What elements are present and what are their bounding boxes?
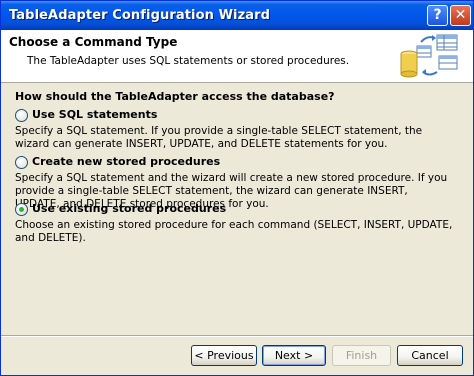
close-button[interactable]: ✕: [450, 5, 471, 26]
radio-use-existing-stored-procedures[interactable]: [15, 203, 28, 216]
title-bar[interactable]: TableAdapter Configuration Wizard ? ✕: [1, 1, 473, 30]
option-description: Choose an existing stored procedure for …: [15, 219, 453, 244]
help-button[interactable]: ?: [427, 5, 448, 26]
page-subtitle: The TableAdapter uses SQL statements or …: [27, 55, 350, 67]
previous-button[interactable]: < Previous: [191, 345, 257, 366]
option-description: Specify a SQL statement. If you provide …: [15, 125, 423, 150]
finish-button[interactable]: Finish: [332, 345, 391, 366]
wizard-header: Choose a Command Type The TableAdapter u…: [1, 30, 473, 83]
question-label: How should the TableAdapter access the d…: [15, 90, 335, 103]
option-label[interactable]: Use existing stored procedures: [32, 202, 226, 215]
radio-use-sql-statements[interactable]: [15, 109, 28, 122]
wizard-dialog: TableAdapter Configuration Wizard ? ✕ Ch…: [0, 0, 474, 376]
window-title: TableAdapter Configuration Wizard: [9, 8, 271, 23]
option-label[interactable]: Create new stored procedures: [32, 155, 220, 168]
radio-create-new-stored-procedures[interactable]: [15, 156, 28, 169]
next-button[interactable]: Next >: [262, 345, 326, 366]
database-table-sync-icon: [400, 34, 458, 78]
option-label[interactable]: Use SQL statements: [32, 108, 157, 121]
cancel-button[interactable]: Cancel: [397, 345, 463, 366]
page-title: Choose a Command Type: [9, 35, 178, 49]
footer-divider: [1, 335, 473, 337]
